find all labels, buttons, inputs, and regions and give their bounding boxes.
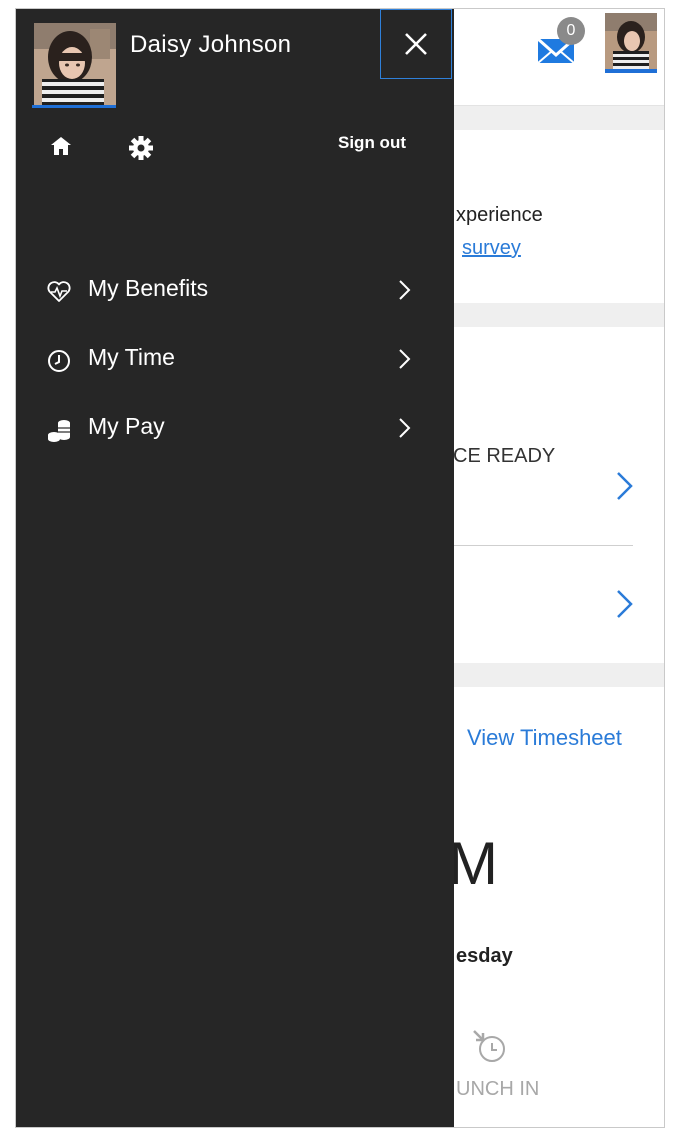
avatar[interactable]	[34, 23, 116, 105]
chevron-right-icon[interactable]	[616, 589, 634, 619]
chevron-right-icon	[399, 349, 411, 369]
close-icon[interactable]	[404, 32, 428, 56]
clock-icon	[48, 350, 70, 372]
chevron-right-icon	[399, 280, 411, 300]
chevron-right-icon	[399, 418, 411, 438]
menu-item-my-benefits[interactable]: My Benefits	[16, 263, 454, 319]
heart-pulse-icon	[47, 281, 71, 302]
gear-icon[interactable]	[126, 133, 156, 163]
menu-item-my-time[interactable]: My Time	[16, 332, 454, 388]
coins-icon	[48, 420, 70, 442]
ready-text: CE READY	[453, 445, 556, 467]
menu-item-label: My Pay	[88, 413, 165, 439]
survey-link[interactable]: survey	[462, 237, 521, 260]
clock-time-text: M	[448, 830, 498, 897]
card-divider	[453, 545, 633, 546]
chevron-right-icon[interactable]	[616, 471, 634, 501]
view-timesheet-link[interactable]: View Timesheet	[467, 725, 622, 751]
menu-item-label: My Benefits	[88, 275, 209, 301]
home-icon[interactable]	[50, 135, 72, 157]
header-avatar-underline	[605, 69, 657, 73]
sign-out-link[interactable]: Sign out	[338, 133, 406, 153]
survey-text: xperience	[456, 204, 543, 226]
close-button[interactable]	[380, 9, 452, 79]
day-text: esday	[456, 945, 513, 967]
menu-item-my-pay[interactable]: My Pay	[16, 401, 454, 457]
menu-item-label: My Time	[88, 344, 175, 370]
user-name: Daisy Johnson	[130, 31, 292, 58]
navigation-drawer: Daisy Johnson Sign out My Benefits My Ti…	[16, 9, 454, 1127]
header-avatar[interactable]	[605, 13, 657, 69]
avatar-underline	[32, 105, 116, 108]
app-frame: 0 xperience survey CE READY View Timeshe…	[15, 8, 665, 1128]
punch-in-label[interactable]: UNCH IN	[456, 1078, 539, 1101]
mail-count-badge: 0	[557, 17, 585, 45]
punch-in-icon[interactable]	[470, 1027, 510, 1067]
